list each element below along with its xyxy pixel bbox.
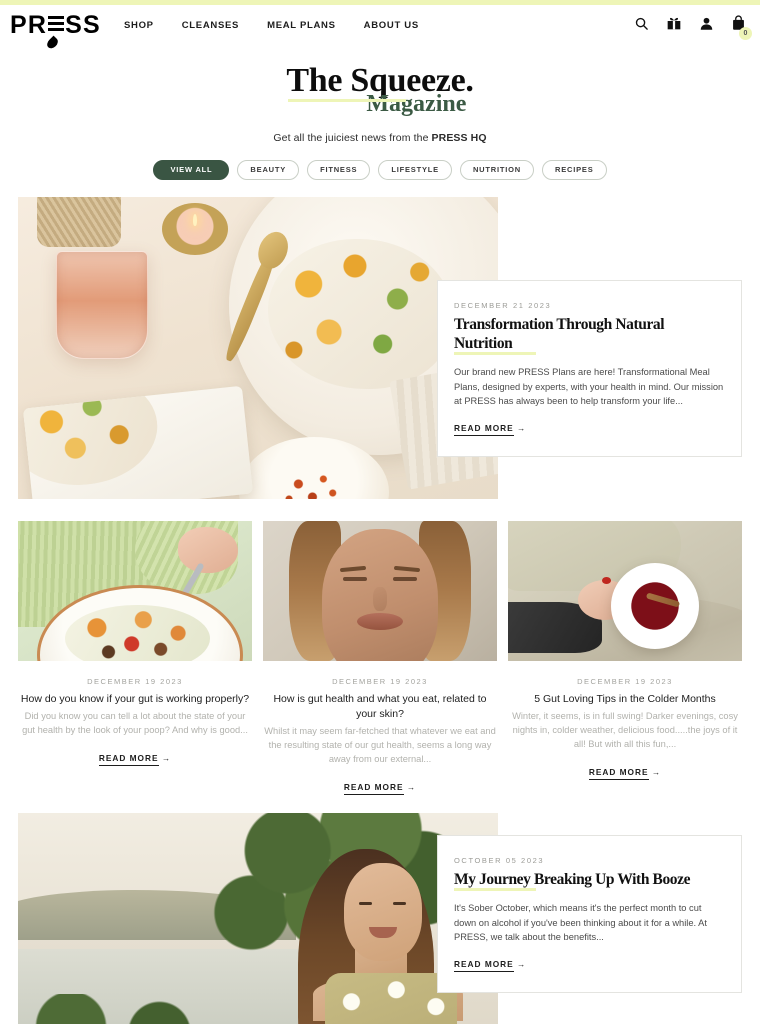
article-title[interactable]: My Journey Breaking Up With Booze — [454, 870, 691, 891]
logo-e-bars-icon — [48, 15, 65, 33]
filter-pill-lifestyle[interactable]: LIFESTYLE — [378, 160, 452, 180]
read-more-link[interactable]: READ MORE → — [18, 753, 252, 766]
article-card-image[interactable] — [263, 521, 497, 661]
read-more-label: READ MORE — [98, 753, 159, 766]
logo-text-left: PR — [10, 11, 48, 39]
article-date: DECEMBER 19 2023 — [577, 677, 673, 686]
article-date: DECEMBER 19 2023 — [87, 677, 183, 686]
read-more-link[interactable]: READ MORE → — [454, 422, 527, 436]
article-excerpt: Winter, it seems, is in full swing! Dark… — [512, 711, 738, 749]
search-icon[interactable] — [634, 16, 649, 36]
arrow-right-icon: → — [517, 422, 527, 433]
site-header: PR SS SHOP CLEANSES MEAL PLANS ABOUT US — [0, 5, 760, 51]
shopping-bag-icon[interactable]: 0 — [731, 15, 752, 40]
article-excerpt: Did you know you can tell a lot about th… — [22, 711, 248, 735]
article-date: OCTOBER 05 2023 — [454, 856, 545, 865]
article-card-image[interactable] — [18, 521, 252, 661]
logo-text-right: SS — [65, 11, 101, 39]
featured-article-bottom: OCTOBER 05 2023 My Journey Breaking Up W… — [18, 813, 742, 1024]
arrow-right-icon: → — [517, 958, 527, 969]
tagline-text: Get all the juiciest news from the — [273, 132, 432, 144]
read-more-link[interactable]: READ MORE → — [508, 767, 742, 780]
masthead-tagline: Get all the juiciest news from the PRESS… — [0, 132, 760, 144]
read-more-label: READ MORE — [343, 782, 404, 795]
nav-item-cleanses[interactable]: CLEANSES — [182, 20, 239, 31]
filter-pill-nutrition[interactable]: NUTRITION — [459, 160, 534, 180]
logo-wordmark: PR SS — [10, 13, 101, 38]
featured-article-bottom-card: OCTOBER 05 2023 My Journey Breaking Up W… — [437, 835, 742, 993]
arrow-right-icon: → — [651, 767, 662, 777]
gift-icon[interactable] — [666, 15, 682, 36]
main-navigation: SHOP CLEANSES MEAL PLANS ABOUT US — [124, 20, 419, 31]
article-excerpt: Whilst it may seem far-fetched that what… — [264, 726, 496, 764]
article-date: DECEMBER 19 2023 — [332, 677, 428, 686]
featured-article-top: DECEMBER 21 2023 Transformation Through … — [18, 197, 742, 499]
article-card: DECEMBER 19 2023 5 Gut Loving Tips in th… — [508, 521, 742, 792]
nav-item-shop[interactable]: SHOP — [124, 20, 154, 31]
read-more-label: READ MORE — [454, 422, 514, 436]
masthead-subtitle: Magazine — [366, 91, 467, 117]
article-title[interactable]: Transformation Through Natural Nutrition — [454, 315, 724, 355]
filter-pill-recipes[interactable]: RECIPES — [542, 160, 607, 180]
magazine-masthead: The Squeeze. Magazine Get all the juicie… — [0, 46, 760, 144]
featured-article-top-image[interactable] — [18, 197, 498, 499]
nav-item-meal-plans[interactable]: MEAL PLANS — [267, 20, 336, 31]
article-card: DECEMBER 19 2023 How is gut health and w… — [263, 521, 497, 795]
masthead-underline-accent — [288, 99, 407, 102]
account-icon[interactable] — [699, 16, 714, 36]
read-more-label: READ MORE — [454, 958, 514, 972]
article-excerpt: It's Sober October, which means it's the… — [454, 903, 707, 942]
arrow-right-icon: → — [161, 753, 172, 763]
arrow-right-icon: → — [406, 782, 417, 792]
article-card: DECEMBER 19 2023 How do you know if your… — [18, 521, 252, 792]
featured-article-bottom-image[interactable] — [18, 813, 498, 1024]
article-title[interactable]: How do you know if your gut is working p… — [18, 692, 252, 707]
category-filter-bar: VIEW ALL BEAUTY FITNESS LIFESTYLE NUTRIT… — [0, 160, 760, 180]
article-excerpt: Our brand new PRESS Plans are here! Tran… — [454, 367, 724, 406]
header-icon-group: 0 — [634, 15, 752, 40]
tagline-emphasis: PRESS HQ — [431, 132, 487, 144]
article-title[interactable]: 5 Gut Loving Tips in the Colder Months — [508, 692, 742, 707]
filter-pill-fitness[interactable]: FITNESS — [307, 160, 371, 180]
read-more-link[interactable]: READ MORE → — [454, 958, 527, 972]
nav-item-about-us[interactable]: ABOUT US — [364, 20, 419, 31]
featured-article-top-card: DECEMBER 21 2023 Transformation Through … — [437, 280, 742, 457]
article-date: DECEMBER 21 2023 — [454, 301, 552, 310]
filter-pill-beauty[interactable]: BEAUTY — [237, 160, 300, 180]
read-more-label: READ MORE — [588, 767, 649, 780]
press-logo[interactable]: PR SS — [10, 13, 102, 51]
masthead-title-group: The Squeeze. Magazine — [286, 62, 473, 117]
cart-count-badge: 0 — [739, 27, 752, 40]
read-more-link[interactable]: READ MORE → — [263, 782, 497, 795]
filter-pill-view-all[interactable]: VIEW ALL — [153, 160, 230, 180]
article-title[interactable]: How is gut health and what you eat, rela… — [263, 692, 497, 722]
article-card-image[interactable] — [508, 521, 742, 661]
article-grid: DECEMBER 19 2023 How do you know if your… — [18, 521, 742, 795]
